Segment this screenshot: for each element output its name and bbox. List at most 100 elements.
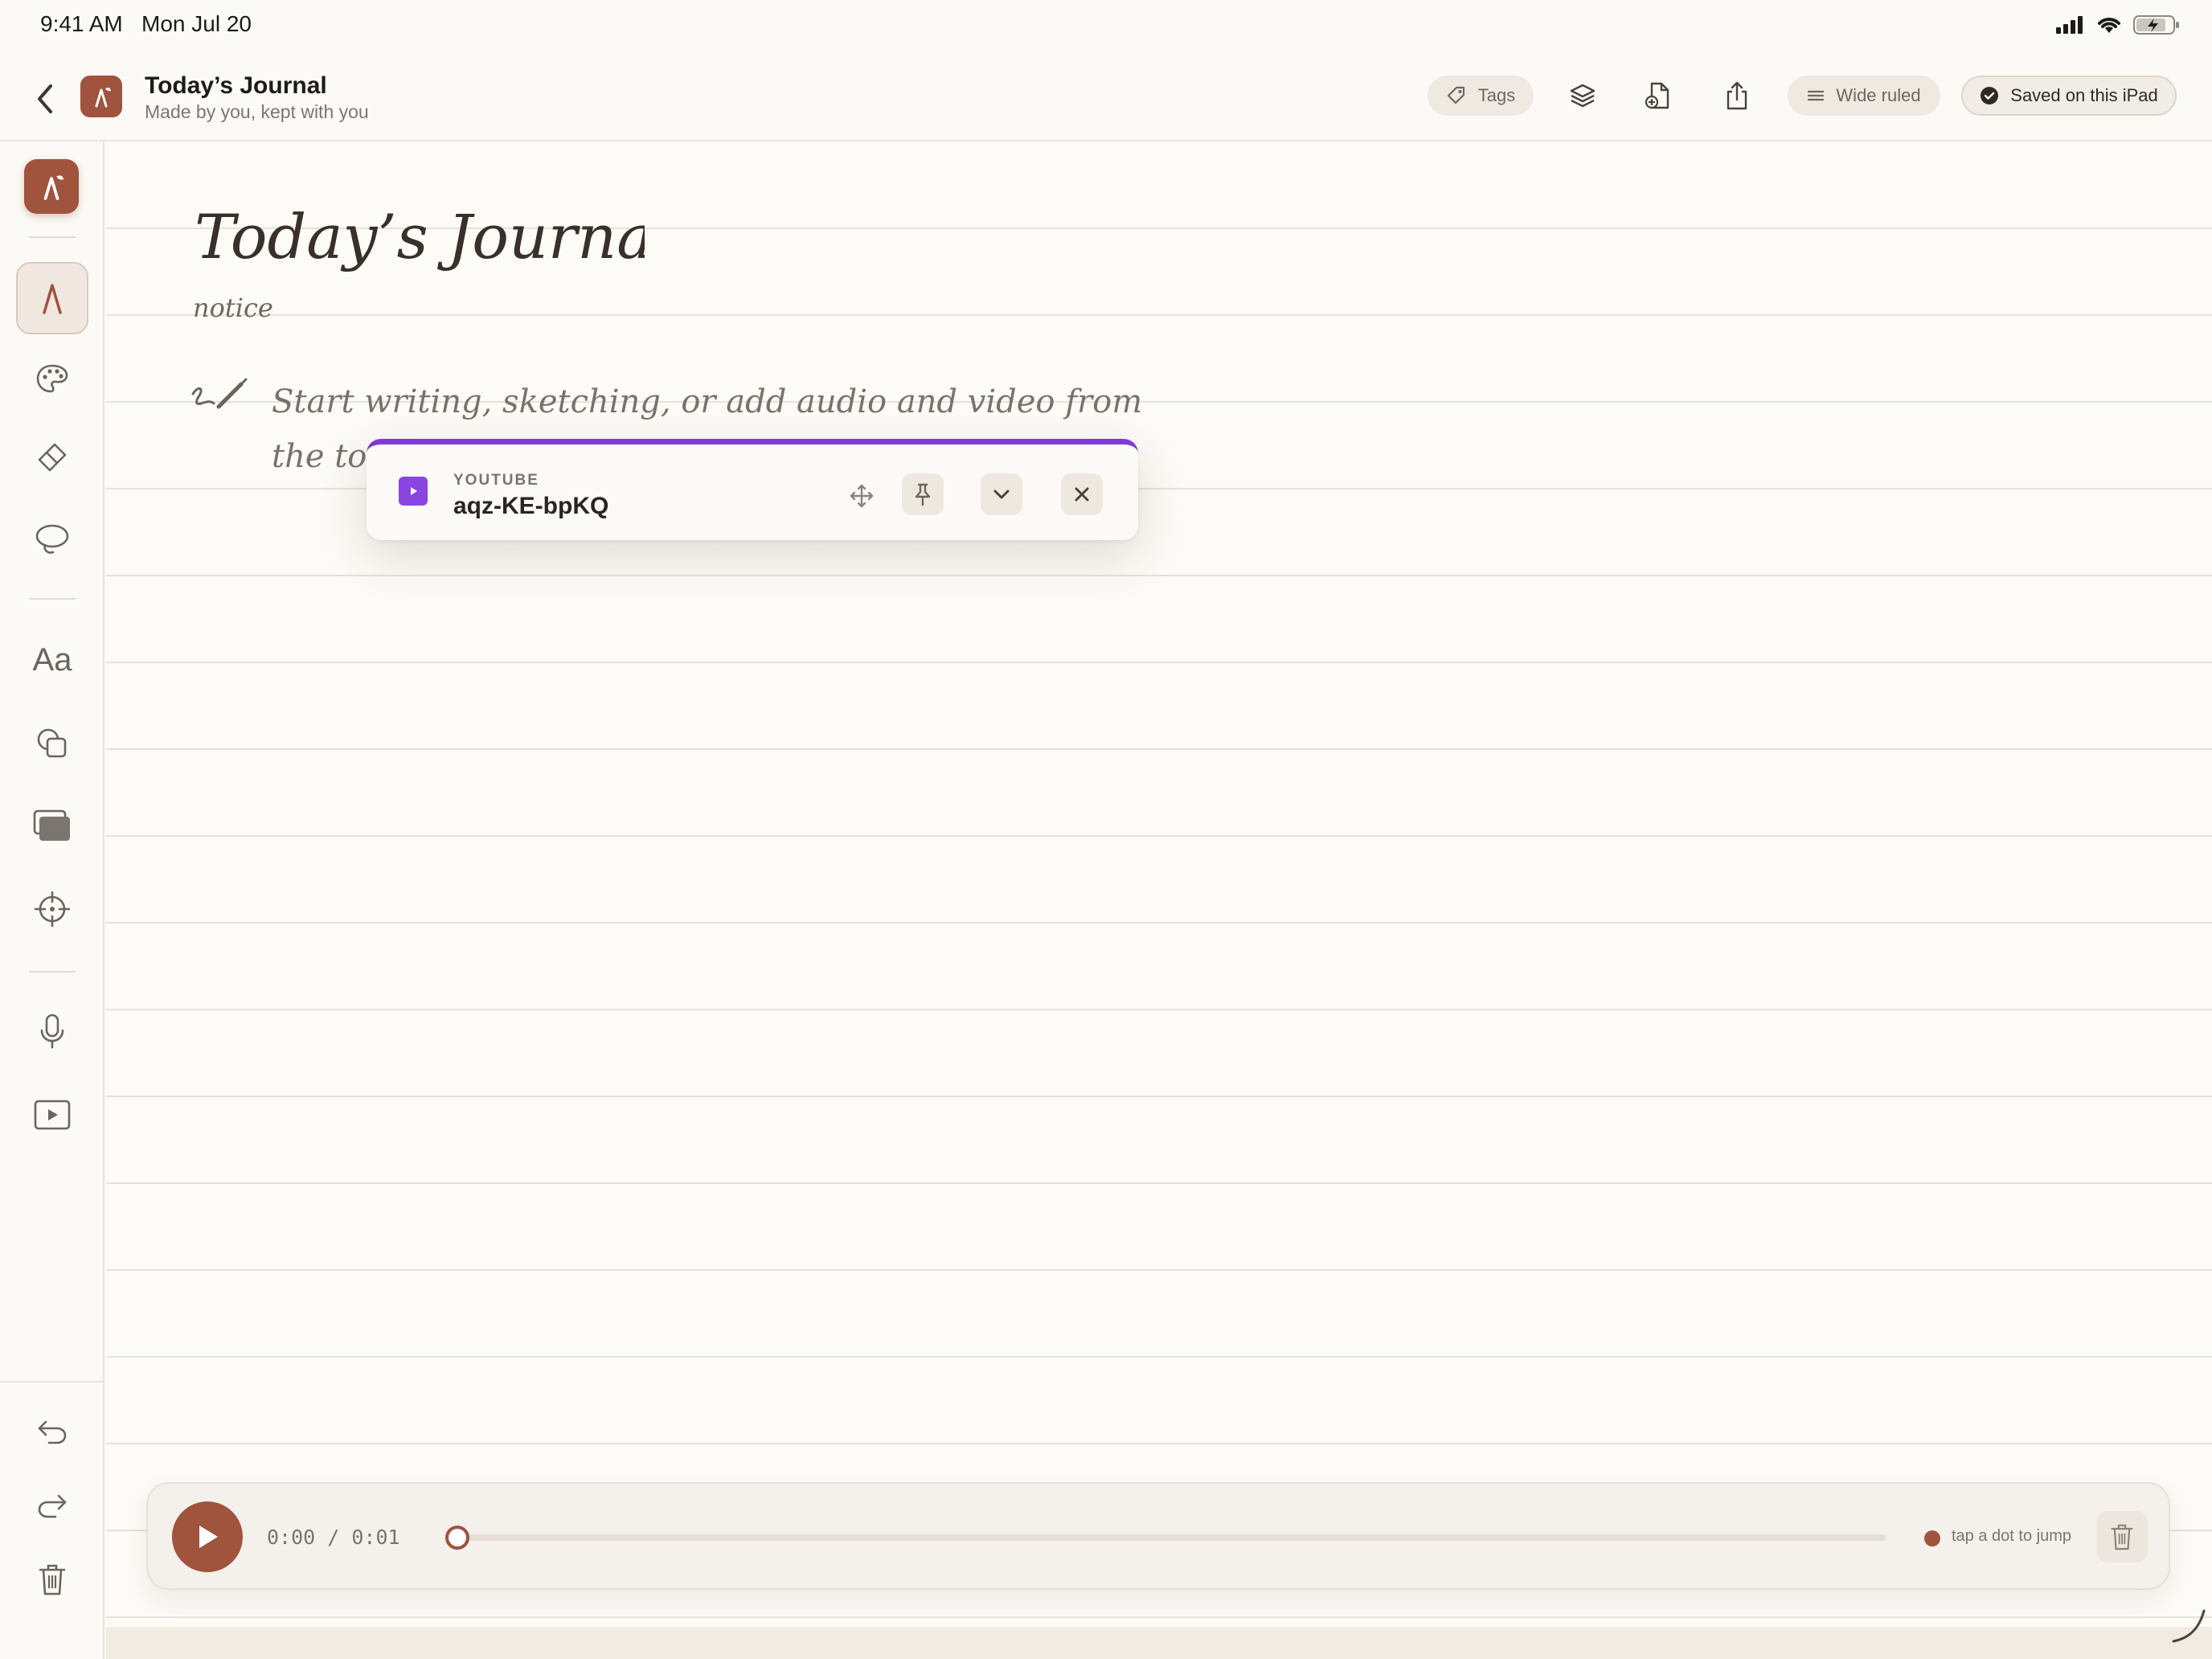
audio-scrub-handle[interactable]: [445, 1526, 469, 1550]
eraser-icon: [38, 443, 67, 472]
redo-button[interactable]: [16, 1469, 88, 1542]
redo-icon: [38, 1494, 67, 1518]
delete-audio-button[interactable]: [2096, 1511, 2148, 1563]
page-title[interactable]: Today’s Journal: [195, 201, 645, 272]
add-page-button[interactable]: [1638, 76, 1678, 116]
pencil-icon: [190, 376, 251, 416]
video-icon: [34, 1100, 71, 1130]
page-footer-strip: [106, 1627, 2212, 1659]
share-icon: [1727, 81, 1747, 110]
audio-record-button[interactable]: [16, 995, 88, 1067]
signal-icon: [2056, 16, 2085, 38]
toolbar-divider: [29, 971, 76, 973]
undo-button[interactable]: [16, 1395, 88, 1468]
status-bar: 9:41 AM Mon Jul 20: [0, 0, 2212, 51]
lines-icon: [1808, 90, 1825, 101]
status-time: 9:41 AM: [40, 11, 123, 36]
rule-line: [106, 748, 2212, 750]
pin-icon: [915, 483, 931, 506]
pin-button[interactable]: [902, 473, 944, 515]
toolbar-divider: [29, 598, 76, 600]
document-subtitle: Made by you, kept with you: [145, 101, 369, 122]
app-logo-icon: [24, 159, 79, 214]
youtube-embed-card[interactable]: YOUTUBE aqz-KE-bpKQ: [367, 439, 1138, 540]
wifi-icon: [2096, 15, 2122, 39]
palette-icon: [36, 364, 68, 393]
delete-page-button[interactable]: [16, 1543, 88, 1616]
rule-line: [106, 1356, 2212, 1358]
back-button[interactable]: [29, 80, 61, 117]
rule-line: [106, 575, 2212, 576]
rule-line: [106, 1096, 2212, 1097]
rule-line: [106, 1616, 2212, 1618]
layers-icon: [1570, 84, 1596, 108]
tag-icon: [1447, 86, 1464, 104]
page-curl-icon[interactable]: [2167, 1601, 2212, 1650]
color-tool-button[interactable]: [16, 342, 88, 415]
toolbar-divider: [0, 1381, 104, 1382]
tool-sidebar: Aa: [0, 141, 104, 1659]
trash-icon: [39, 1564, 66, 1596]
battery-icon: [2133, 14, 2180, 39]
embed-source-label: YOUTUBE: [453, 472, 539, 489]
embed-video-id: aqz-KE-bpKQ: [453, 493, 609, 519]
jump-marker-dot: [1924, 1530, 1940, 1546]
microphone-icon: [40, 1014, 64, 1049]
lasso-tool-button[interactable]: [16, 503, 88, 576]
shapes-icon: [37, 728, 67, 758]
paper-style-button[interactable]: Wide ruled: [1788, 76, 1940, 116]
rule-line: [106, 1009, 2212, 1010]
pen-icon: [43, 284, 62, 314]
rule-line: [106, 835, 2212, 837]
audio-time-display: 0:00 / 0:01: [267, 1526, 400, 1549]
audio-scrub-track[interactable]: [457, 1534, 1886, 1541]
add-page-icon: [1645, 82, 1669, 109]
stickers-icon: [33, 809, 70, 841]
share-button[interactable]: [1717, 76, 1757, 116]
check-circle-icon: [1981, 87, 1999, 104]
save-status-badge: Saved on this iPad: [1961, 76, 2177, 116]
rule-line: [106, 1269, 2212, 1271]
target-tool-button[interactable]: [16, 873, 88, 945]
rule-line: [106, 1182, 2212, 1184]
play-button[interactable]: [172, 1501, 243, 1572]
document-title: Today’s Journal: [145, 72, 327, 99]
target-icon: [34, 891, 71, 928]
close-embed-button[interactable]: [1061, 473, 1103, 515]
close-icon: [1075, 487, 1089, 502]
status-icons: [2056, 14, 2180, 39]
save-status-label: Saved on this iPad: [2010, 85, 2158, 105]
jump-hint-label: tap a dot to jump: [1952, 1527, 2071, 1545]
pen-tool-button[interactable]: [16, 262, 88, 334]
rule-line: [106, 314, 2212, 316]
play-icon: [199, 1526, 218, 1548]
tags-button[interactable]: Tags: [1428, 76, 1534, 116]
audio-player: 0:00 / 0:01 tap a dot to jump: [146, 1482, 2170, 1590]
status-date: Mon Jul 20: [141, 11, 252, 36]
collapse-button[interactable]: [981, 473, 1022, 515]
text-icon: Aa: [32, 641, 72, 678]
lasso-icon: [35, 524, 69, 554]
rule-line: [106, 662, 2212, 663]
back-icon: [38, 84, 52, 113]
eraser-tool-button[interactable]: [16, 421, 88, 494]
header-bar: Today’s Journal Made by you, kept with y…: [0, 56, 2212, 141]
chevron-down-icon: [993, 490, 1010, 499]
layers-button[interactable]: [1563, 76, 1603, 116]
play-square-icon: [399, 477, 428, 506]
journal-page[interactable]: Today’s Journal notice Start writing, sk…: [106, 143, 2212, 1628]
move-icon: [850, 484, 874, 508]
trash-icon: [2111, 1524, 2133, 1550]
shapes-tool-button[interactable]: [16, 707, 88, 780]
stickers-tool-button[interactable]: [16, 789, 88, 862]
rule-line: [106, 922, 2212, 924]
tags-label: Tags: [1477, 85, 1516, 105]
page-subtitle[interactable]: notice: [193, 293, 273, 323]
toolbar-divider: [29, 236, 76, 238]
move-handle[interactable]: [846, 480, 878, 512]
paper-style-label: Wide ruled: [1836, 85, 1921, 105]
video-insert-button[interactable]: [16, 1079, 88, 1151]
undo-icon: [38, 1420, 67, 1444]
rule-line: [106, 1443, 2212, 1444]
text-tool-button[interactable]: Aa: [16, 624, 88, 696]
